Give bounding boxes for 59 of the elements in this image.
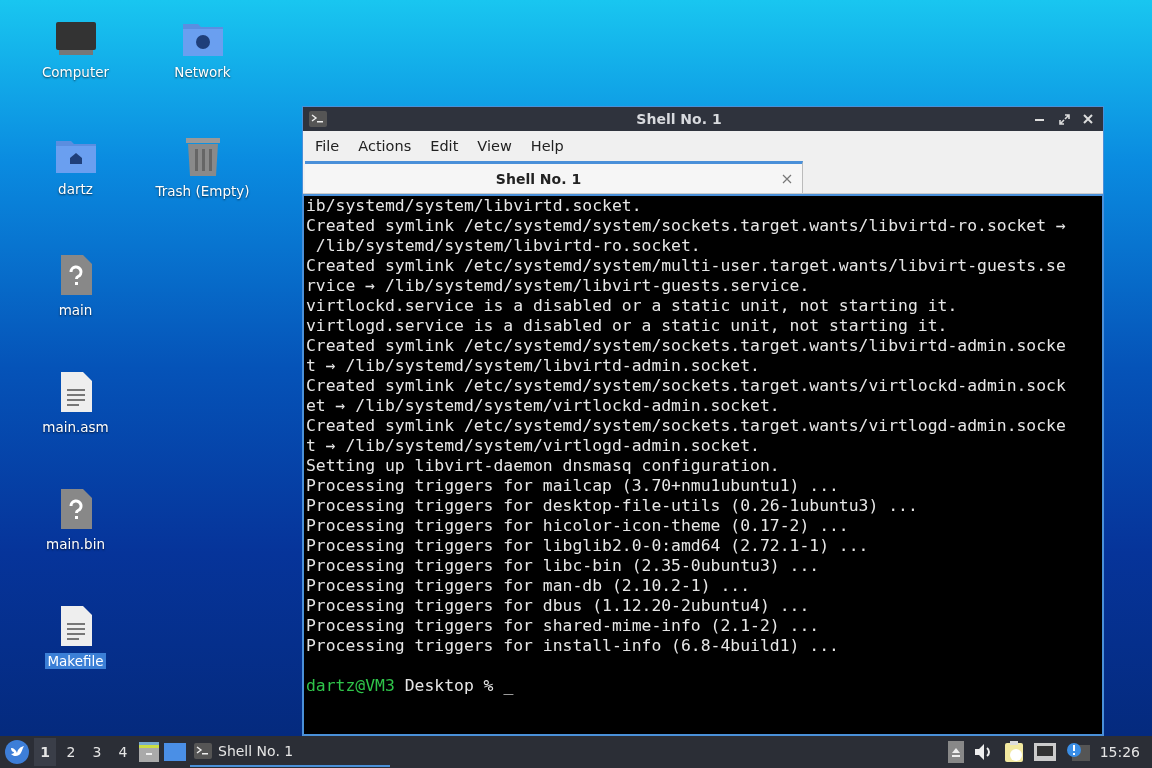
taskbar-task[interactable]: Shell No. 1 [190,737,390,767]
text-file-icon [58,371,93,413]
desktop-icon-label[interactable]: Trash (Empty) [153,183,252,199]
terminal-line: /lib/systemd/system/libvirtd-ro.socket. [314,236,702,256]
workspace-button[interactable]: 4 [112,738,134,766]
terminal-line: rvice → /lib/systemd/system/libvirt-guests.service. [306,276,811,296]
workspace-button[interactable]: 2 [60,738,82,766]
shell-prompt: dartz@VM3 Desktop % _ [306,676,515,696]
terminal-line: Processing triggers for dbus (1.12.20-2ubuntu4) ... [306,596,811,616]
terminal-line: Processing triggers for install-info (6.8-4build1) ... [306,636,840,656]
close-icon [782,173,792,184]
terminal-line: Processing triggers for desktop-file-utils (0.26-1ubuntu3) ... [306,496,919,516]
close-icon [1083,114,1093,124]
terminal-line: Processing triggers for libglib2.0-0:amd64 (2.72.1-1) ... [306,536,870,556]
terminal-line: Created symlink /etc/systemd/system/sockets.target.wants/virtlockd-admin.sock [306,376,1067,396]
desktop-icon-label[interactable]: main [56,302,95,318]
terminal-line: t → /lib/systemd/system/virtlogd-admin.socket. [306,436,761,456]
terminal-line: virtlogd.service is a disabled or a static unit, not starting it. [306,316,949,336]
file-cabinet-icon[interactable] [138,741,160,763]
text-file-icon [58,605,93,647]
menu-item[interactable]: File [307,134,348,158]
eject-icon[interactable] [947,741,964,763]
terminal-line: Processing triggers for man-db (2.10.2-1) ... [306,576,752,596]
restore-icon [1058,113,1070,125]
desktop-icon-label[interactable]: Makefile [45,653,106,669]
tab[interactable]: Shell No. 1 [305,161,803,193]
network-icon[interactable] [1033,743,1056,761]
workspace-button[interactable]: 1 [34,738,56,766]
unknown-file-icon [58,488,93,530]
unknown-file-icon [58,254,93,296]
clipboard-icon[interactable] [1003,741,1024,763]
terminal-icon [309,111,327,127]
terminal-line: Created symlink /etc/systemd/system/multi-user.target.wants/libvirt-guests.se [306,256,1067,276]
terminal-line: et → /lib/systemd/system/virtlockd-admin.socket. [306,396,781,416]
monitor-icon [54,20,97,58]
terminal-line: Created symlink /etc/systemd/system/sockets.target.wants/virtlogd-admin.socke [306,416,1067,436]
start-menu-icon[interactable] [4,739,30,765]
terminal-line: Created symlink /etc/systemd/system/sockets.target.wants/libvirtd-ro.socket → [306,216,1067,236]
terminal-icon [194,743,212,759]
terminal-line: Processing triggers for mailcap (3.70+nmu1ubuntu1) ... [306,476,840,496]
desktop-icon-label[interactable]: main.asm [40,419,111,435]
terminal-line: Created symlink /etc/systemd/system/sockets.target.wants/libvirtd-admin.socke [306,336,1067,356]
menu-item[interactable]: View [469,134,520,158]
terminal-line: Setting up libvirt-daemon dnsmasq configuration. [306,456,781,476]
menu-item[interactable]: Edit [422,134,467,158]
desktop-icon-label[interactable]: main.bin [44,536,107,552]
clock: 15:26 [1098,744,1141,760]
terminal-line: ib/systemd/system/libvirtd.socket. [306,196,643,216]
menu-item[interactable]: Actions [350,134,420,158]
workspace-button[interactable]: 3 [86,738,108,766]
window-title: Shell No. 1 [635,111,723,127]
menu-item[interactable]: Help [522,134,572,158]
terminal-line: t → /lib/systemd/system/libvirtd-admin.socket. [306,356,761,376]
terminal-line: virtlockd.service is a disabled or a static unit, not starting it. [306,296,959,316]
terminal-line: Processing triggers for hicolor-icon-theme (0.17-2) ... [306,516,850,536]
desktop-icon-label[interactable]: dartz [56,181,95,197]
notification-icon[interactable] [1065,742,1090,762]
terminal-line: Processing triggers for libc-bin (2.35-0ubuntu3) ... [306,556,821,576]
terminal-line: Processing triggers for shared-mime-info (2.1-2) ... [306,616,821,636]
